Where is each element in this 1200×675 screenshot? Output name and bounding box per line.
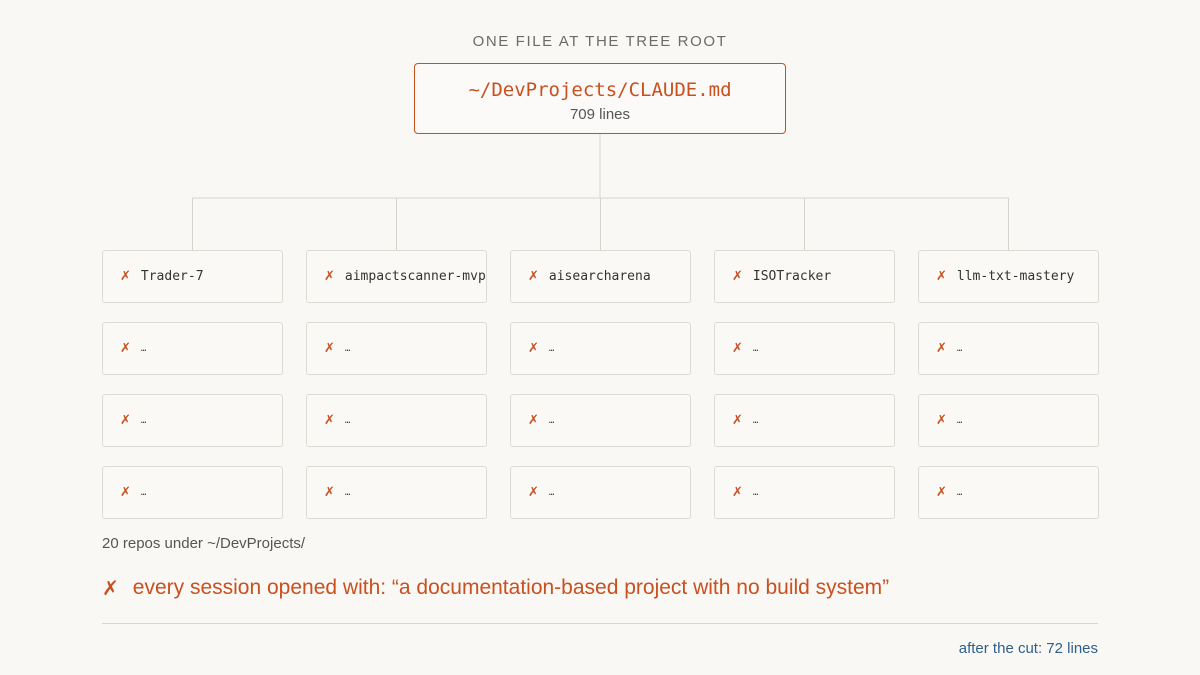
repo-box: ✗…	[102, 466, 283, 519]
cross-icon: ✗	[732, 485, 743, 500]
cross-icon: ✗	[936, 269, 947, 284]
repo-box: ✗…	[714, 394, 895, 447]
diagram-heading: ONE FILE AT THE TREE ROOT	[472, 33, 728, 50]
cross-icon: ✗	[324, 341, 335, 356]
repo-box: ✗…	[102, 322, 283, 375]
repo-name: …	[956, 415, 963, 426]
cross-icon: ✗	[528, 341, 539, 356]
repo-box: ✗…	[714, 466, 895, 519]
cross-icon: ✗	[324, 269, 335, 284]
repo-box: ✗…	[510, 394, 691, 447]
repo-box: ✗…	[918, 322, 1099, 375]
repo-box: ✗…	[306, 466, 487, 519]
cross-icon: ✗	[120, 485, 131, 500]
repo-name: …	[752, 487, 759, 498]
repo-box: ✗…	[306, 322, 487, 375]
repo-box: ✗…	[306, 394, 487, 447]
repo-name: …	[140, 343, 147, 354]
repo-box: ✗…	[714, 322, 895, 375]
after-cut-note: after the cut: 72 lines	[958, 640, 1098, 657]
root-file-path: ~/DevProjects/CLAUDE.md	[468, 79, 732, 101]
repo-box: ✗…	[918, 394, 1099, 447]
repo-name: …	[344, 343, 351, 354]
root-file-line-count: 709 lines	[569, 106, 631, 123]
repo-name: …	[344, 487, 351, 498]
divider	[102, 623, 1098, 624]
cross-icon: ✗	[120, 341, 131, 356]
cross-icon: ✗	[324, 413, 335, 428]
cross-icon: ✗	[732, 341, 743, 356]
repo-box: ✗…	[918, 466, 1099, 519]
repo-name: …	[548, 415, 555, 426]
repo-name: …	[548, 343, 555, 354]
repo-name: …	[752, 415, 759, 426]
repo-name: …	[548, 487, 555, 498]
repo-name: …	[140, 415, 147, 426]
repo-name: aisearcharena	[548, 269, 651, 284]
repo-box: ✗…	[510, 466, 691, 519]
cross-icon: ✗	[936, 413, 947, 428]
repo-box: ✗ llm-txt-mastery	[918, 250, 1099, 303]
cross-icon: ✗	[120, 269, 131, 284]
repo-name: llm-txt-mastery	[956, 269, 1075, 284]
repo-box: ✗ aisearcharena	[510, 250, 691, 303]
cross-icon: ✗	[324, 485, 335, 500]
cross-icon: ✗	[732, 269, 743, 284]
repo-box: ✗ Trader-7	[102, 250, 283, 303]
repo-name: Trader-7	[140, 269, 204, 284]
repo-box: ✗ aimpactscanner-mvp	[306, 250, 487, 303]
repo-name: …	[752, 343, 759, 354]
session-warning-text: every session opened with: “a documentat…	[132, 576, 890, 599]
root-file-box: ~/DevProjects/CLAUDE.md 709 lines	[414, 63, 786, 134]
repo-box: ✗…	[510, 322, 691, 375]
cross-icon: ✗	[936, 341, 947, 356]
repo-box: ✗ ISOTracker	[714, 250, 895, 303]
cross-icon: ✗	[732, 413, 743, 428]
cross-icon: ✗	[528, 269, 539, 284]
cross-icon: ✗	[102, 576, 119, 600]
repo-count-caption: 20 repos under ~/DevProjects/	[102, 535, 306, 552]
repo-box: ✗…	[102, 394, 283, 447]
repo-name: …	[956, 487, 963, 498]
repo-name: aimpactscanner-mvp	[344, 269, 486, 284]
repo-name: …	[956, 343, 963, 354]
repo-name: ISOTracker	[752, 269, 832, 284]
cross-icon: ✗	[528, 413, 539, 428]
cross-icon: ✗	[528, 485, 539, 500]
diagram-canvas: ONE FILE AT THE TREE ROOT ~/DevProjects/…	[0, 0, 1200, 675]
repo-name: …	[140, 487, 147, 498]
cross-icon: ✗	[936, 485, 947, 500]
repo-name: …	[344, 415, 351, 426]
session-warning: ✗ every session opened with: “a document…	[102, 576, 889, 600]
cross-icon: ✗	[120, 413, 131, 428]
